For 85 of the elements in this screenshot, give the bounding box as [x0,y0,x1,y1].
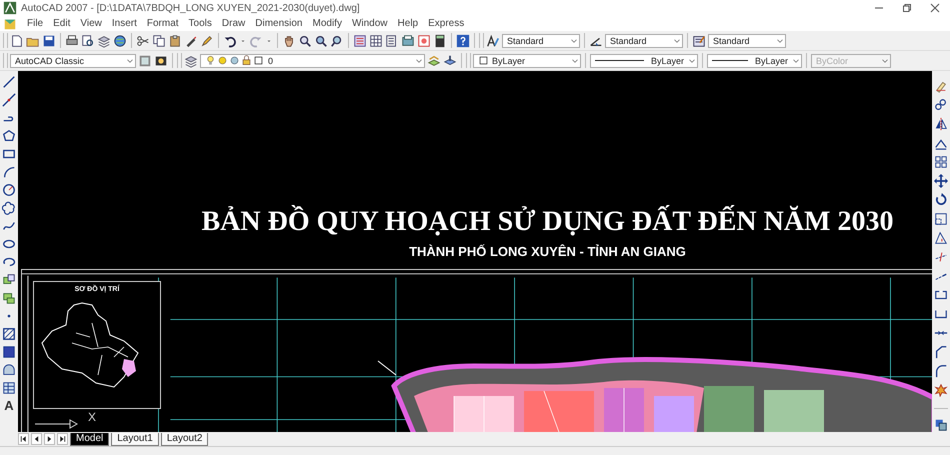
polygon-icon[interactable] [2,129,16,143]
construction-line-icon[interactable] [2,93,16,107]
restore-icon[interactable] [902,3,912,13]
layout-tab[interactable]: Layout1 [111,432,159,446]
rectangle-icon[interactable] [2,147,16,161]
sun-icon[interactable] [217,55,228,66]
menu-item[interactable]: Edit [53,18,70,29]
fillet-icon[interactable] [934,364,948,378]
menu-item[interactable]: Insert [112,18,137,29]
drawing-title: BẢN ĐỒ QUY HOẠCH SỬ DỤNG ĐẤT ĐẾN NĂM 2030 [202,206,894,238]
leader-line [377,360,397,376]
layers-icon[interactable] [184,54,198,68]
layout-tab[interactable]: Layout2 [160,432,208,446]
grid-icon[interactable] [369,34,383,48]
pan-hand-icon[interactable] [282,34,296,48]
menu-item[interactable]: Express [428,18,464,29]
copy-circles-icon[interactable] [934,98,948,112]
properties-icon[interactable] [353,34,367,48]
menu-item[interactable]: Format [146,18,179,29]
menu-item[interactable]: Draw [222,18,246,29]
lineweight-dropdown[interactable]: ByLayer [707,54,802,68]
menu-item[interactable]: Help [398,18,418,29]
workspace-dropdown[interactable]: AutoCAD Classic [10,54,136,68]
menu-item[interactable]: File [27,18,44,29]
globe-icon[interactable] [113,34,127,48]
first-tab-icon[interactable] [18,433,29,445]
hatch-icon[interactable] [2,327,16,341]
close-icon[interactable] [930,3,940,13]
bring-front-icon[interactable] [934,418,948,432]
text-style-dropdown[interactable]: Standard [502,34,580,48]
array-icon[interactable] [934,155,948,169]
arc-icon[interactable] [2,165,16,179]
eraser-icon[interactable] [934,79,948,93]
dimension-style-dropdown[interactable]: Standard [605,34,683,48]
mirror-icon[interactable] [934,117,948,131]
zoom-icon[interactable] [298,34,312,48]
copy-icon[interactable] [152,34,166,48]
circle-icon[interactable] [229,55,240,66]
layer-dropdown[interactable]: 0 [200,54,425,68]
menu-item[interactable]: Modify [312,18,342,29]
text-style-icon[interactable] [486,34,500,48]
color-dropdown[interactable]: ByLayer [473,54,581,68]
chamfer-icon[interactable] [934,345,948,359]
menu-item[interactable]: View [80,18,102,29]
color-swatch-icon [478,55,489,66]
help-icon[interactable] [456,34,470,48]
calculator-icon[interactable] [433,34,447,48]
zoom-window-icon[interactable] [314,34,328,48]
text-tool[interactable]: A [4,399,14,413]
save-icon[interactable] [42,34,56,48]
menu-item[interactable]: Tools [188,18,212,29]
last-tab-icon[interactable] [57,433,68,445]
lightbulb-icon[interactable] [205,55,216,66]
print-preview-icon[interactable] [81,34,95,48]
table-icon[interactable] [2,381,16,395]
rotate-icon[interactable] [934,193,948,207]
next-tab-icon[interactable] [44,433,55,445]
color-swatch-icon [253,55,264,66]
drawing-subtitle: THÀNH PHỐ LONG XUYÊN - TỈNH AN GIANG [409,244,686,259]
plot-style-dropdown: ByColor [811,54,891,68]
cloud-icon[interactable] [2,201,16,215]
previous-tab-icon[interactable] [31,433,42,445]
layout-tab[interactable]: Model [70,432,110,446]
menu-item[interactable]: Window [352,18,388,29]
menu-item[interactable]: Dimension [255,18,302,29]
printer-icon[interactable] [65,34,79,48]
new-file-icon[interactable] [10,34,24,48]
table-style-dropdown[interactable]: Standard [708,34,786,48]
linetype-dropdown[interactable]: ByLayer [590,54,698,68]
ucs-x-label: X [88,410,96,424]
ellipse-icon[interactable] [2,237,16,251]
move-icon[interactable] [934,174,948,188]
circle-icon[interactable] [2,183,16,197]
break-icon[interactable] [934,288,948,302]
lock-icon[interactable] [241,55,252,66]
table-style-icon[interactable] [692,34,706,48]
cut-icon[interactable] [136,34,150,48]
scale-icon[interactable] [934,212,948,226]
trim-icon[interactable] [934,250,948,264]
line-icon[interactable] [2,75,16,89]
ellipse-arc-icon[interactable] [2,255,16,269]
window-title: AutoCAD 2007 - [D:\1DATA\7BDQH_LONG XUYEN_2021-2030(duyet).dwg] [21,2,360,14]
paste-icon[interactable] [168,34,182,48]
zoom-previous-icon[interactable] [330,34,344,48]
pencil-icon[interactable] [200,34,214,48]
